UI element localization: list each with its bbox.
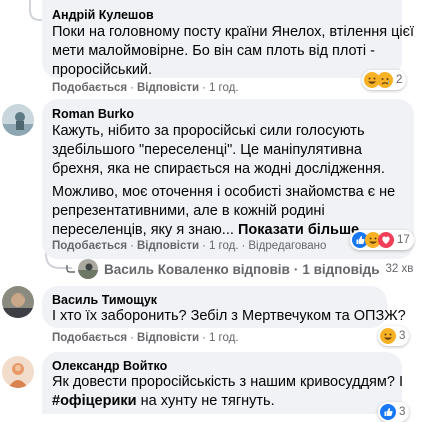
comment-actions: Подобається · Відповісти · 1 год. · Відредагов… xyxy=(52,240,326,252)
timestamp-link[interactable]: 1 год. xyxy=(209,82,239,94)
reaction-count: 17 xyxy=(397,234,410,246)
separator-dot: · xyxy=(293,261,299,277)
reply-button[interactable]: Відповісти xyxy=(137,82,199,94)
reply-button[interactable]: Відповісти xyxy=(137,240,199,252)
avatar xyxy=(78,259,98,279)
comment-author[interactable]: Василь Тимощук xyxy=(52,293,157,307)
replier-name: Василь Коваленко відповів xyxy=(104,261,290,277)
comment-text-line: І хто їх заборонить? Зебіл з Мертвечуком… xyxy=(52,308,406,324)
comment-text-line: Як довести проросійськість з нашим криво… xyxy=(52,374,403,390)
like-button[interactable]: Подобається xyxy=(52,332,127,344)
reaction-summary[interactable]: 17 xyxy=(350,230,414,250)
sad-reaction-icon xyxy=(377,72,393,88)
reply-count: 1 відповідь xyxy=(302,261,380,277)
timestamp-link[interactable]: 1 год. xyxy=(209,240,239,252)
reaction-count: 3 xyxy=(399,330,406,342)
comment-text-line: Поки на головному посту країни Янелох, в… xyxy=(52,24,415,40)
separator-dot: · xyxy=(202,332,206,344)
reply-arrow-icon xyxy=(66,262,76,277)
comment-author[interactable]: Roman Burko xyxy=(52,107,134,121)
avatar[interactable] xyxy=(2,356,34,388)
comment-text-line: Можливо, моє оточення і особисті знайомс… xyxy=(52,184,396,200)
view-replies-link[interactable]: Василь Коваленко відповів · 1 відповідь … xyxy=(66,259,413,279)
like-reaction-icon xyxy=(380,404,396,420)
comment-text-line: здебільшого "переселенці". Це маніпуляти… xyxy=(52,142,362,158)
separator-dot: · xyxy=(202,82,206,94)
comment-author[interactable]: Олександр Войтко xyxy=(52,359,167,373)
reply-button[interactable]: Відповісти xyxy=(137,332,199,344)
reaction-count: 2 xyxy=(396,74,403,86)
separator-dot: · xyxy=(130,82,134,94)
reaction-count: 3 xyxy=(399,406,406,418)
separator-dot: · xyxy=(130,240,134,252)
reaction-summary[interactable]: 2 xyxy=(362,70,407,90)
like-button[interactable]: Подобається xyxy=(52,82,127,94)
comment-text-line: Кажуть, нібито за проросійські сили голо… xyxy=(52,123,365,139)
comment-text-line: переселенців, яку я знаю... Показати біл… xyxy=(52,221,371,241)
timestamp-link[interactable]: 1 год. xyxy=(209,332,239,344)
separator-dot: · xyxy=(130,332,134,344)
like-button[interactable]: Подобається xyxy=(52,240,127,252)
comment-author[interactable]: Андрій Кулешов xyxy=(52,8,154,22)
comment-text-fragment: переселенців, яку я знаю... xyxy=(52,222,234,238)
haha-reaction-icon xyxy=(380,328,396,344)
heart-reaction-icon xyxy=(378,232,394,248)
edited-label: Відредаговано xyxy=(248,240,327,252)
comment-text-line: мети малоймовірне. Бо він сам плоть від … xyxy=(52,43,375,59)
separator-dot: · xyxy=(202,240,206,252)
avatar[interactable] xyxy=(2,286,34,318)
reply-time: 32 хв xyxy=(385,263,414,275)
comment-actions: Подобається · Відповісти · 1 год. xyxy=(52,332,239,344)
reaction-summary[interactable]: 3 xyxy=(378,326,410,346)
comment-text-fragment: на хунту не тягнуть. xyxy=(136,393,275,409)
comment-text-line: репрезентативними, але в кожній родині xyxy=(52,203,325,219)
avatar[interactable] xyxy=(2,104,34,136)
hashtag-link[interactable]: #офіцерики xyxy=(52,393,137,409)
comment-text-line: проросійський. xyxy=(52,62,153,78)
comment-actions: Подобається · Відповісти · 1 год. xyxy=(52,82,239,94)
separator-dot: · xyxy=(241,240,246,252)
comment-text-line: #офіцерики на хунту не тягнуть. xyxy=(52,392,275,412)
reaction-summary[interactable]: 3 xyxy=(378,402,410,422)
comment-text-line: брехня, яка не спирається на жодні дослі… xyxy=(52,161,385,177)
